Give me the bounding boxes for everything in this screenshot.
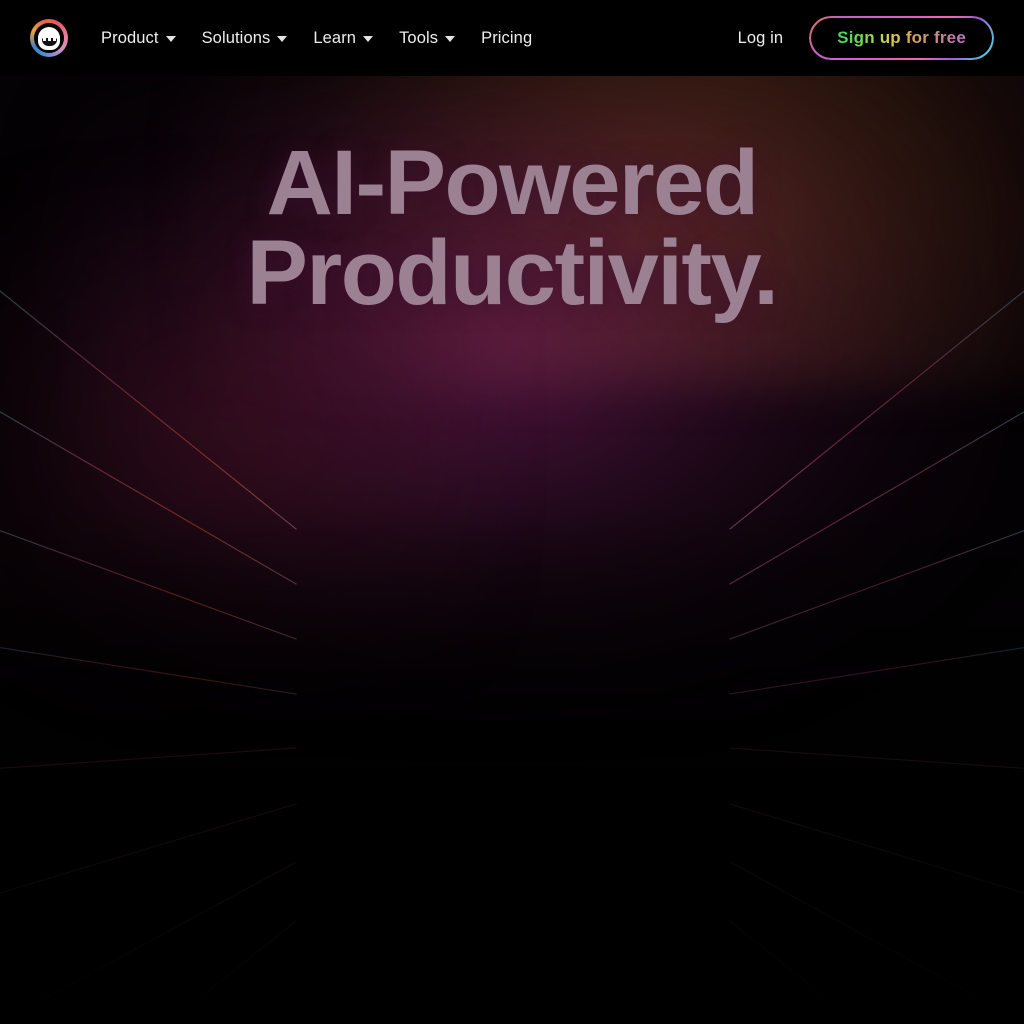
nav-item-learn[interactable]: Learn <box>300 21 386 56</box>
nav-item-label: Tools <box>399 28 439 47</box>
nav-item-label: Product <box>101 28 159 47</box>
logo-mascot-tooth <box>43 38 46 41</box>
hero-content: AI-Powered Productivity. <box>0 76 1024 319</box>
chevron-down-icon <box>277 36 288 42</box>
nav-item-label: Pricing <box>481 28 533 47</box>
signup-button-label: Sign up for free <box>837 28 966 47</box>
chevron-down-icon <box>165 36 176 42</box>
nav-item-solutions[interactable]: Solutions <box>189 21 301 56</box>
nav-item-pricing[interactable]: Pricing <box>468 21 545 56</box>
nav-item-tools[interactable]: Tools <box>386 21 468 56</box>
login-link[interactable]: Log in <box>734 23 788 54</box>
primary-navigation: Product Solutions Learn Tools Pricing <box>88 21 545 56</box>
nav-item-product[interactable]: Product <box>88 21 189 56</box>
hero-section: AI-Powered Productivity. <box>0 76 1024 1024</box>
site-header: Product Solutions Learn Tools Pricing Lo… <box>0 0 1024 76</box>
chevron-down-icon <box>363 36 374 42</box>
logo-mascot-face <box>38 26 60 50</box>
brand-logo-icon[interactable] <box>30 19 68 57</box>
hero-headline: AI-Powered Productivity. <box>0 137 1024 319</box>
header-actions: Log in Sign up for free <box>734 16 994 60</box>
logo-mascot-tooth <box>53 38 56 41</box>
nav-item-label: Learn <box>313 28 357 47</box>
hero-headline-line-2: Productivity. <box>246 222 779 325</box>
nav-item-label: Solutions <box>201 28 271 47</box>
signup-button[interactable]: Sign up for free <box>809 16 994 60</box>
chevron-down-icon <box>445 36 456 42</box>
bottom-vignette <box>0 504 1024 1024</box>
hero-headline-line-1: AI-Powered <box>266 132 759 234</box>
logo-mascot-tooth <box>48 38 51 41</box>
